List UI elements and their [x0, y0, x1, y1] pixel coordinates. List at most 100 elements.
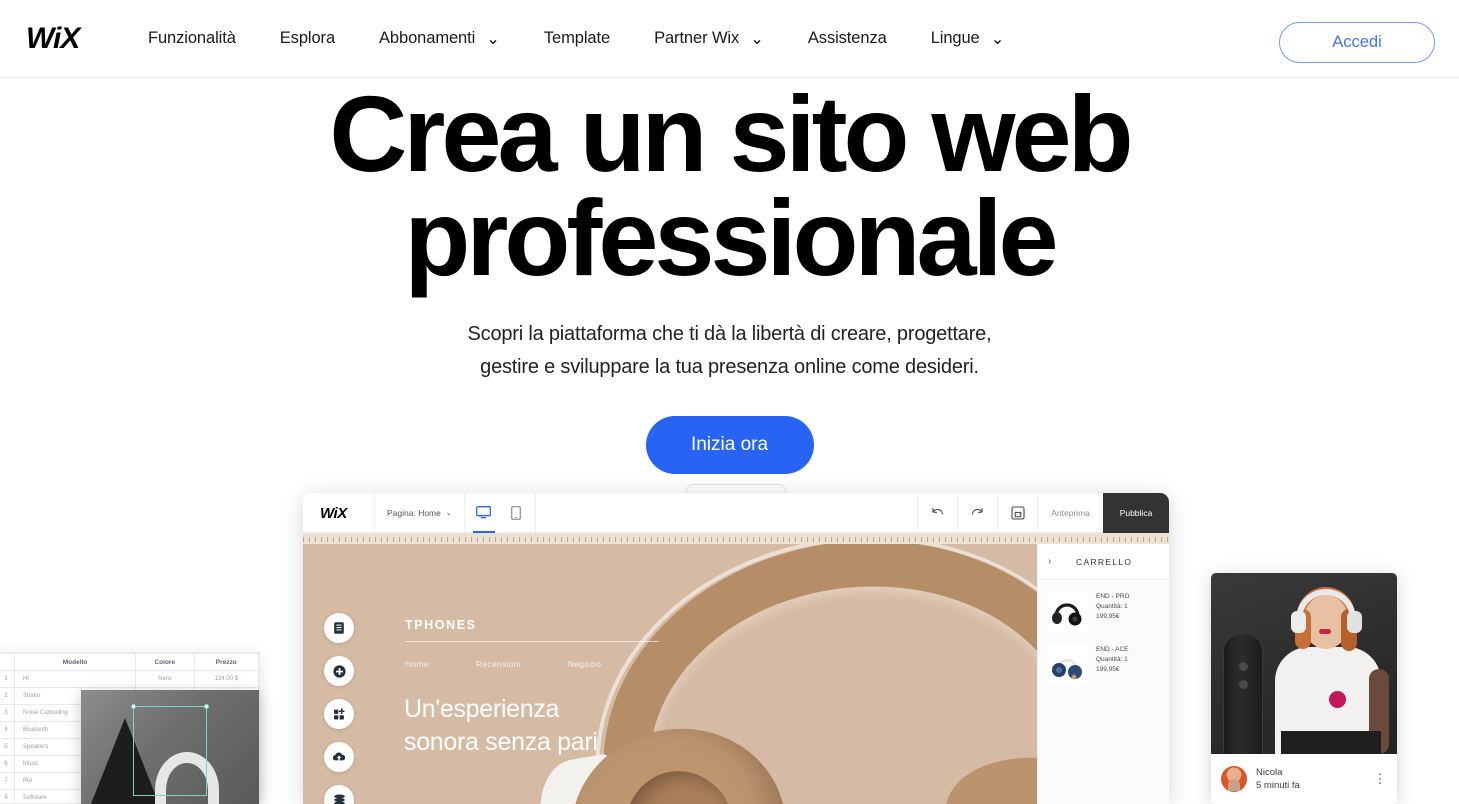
cell-index: 3 [0, 704, 15, 722]
desktop-view-icon[interactable] [472, 493, 495, 533]
apps-icon[interactable] [324, 699, 354, 729]
undo-icon[interactable] [917, 493, 957, 533]
site-nav-recensioni[interactable]: Recensioni [476, 659, 521, 669]
editor-sidebar [324, 613, 354, 804]
nav-item-template[interactable]: Template [544, 29, 610, 48]
cart-item[interactable]: END - ACE Quantità: 1 199,95€ [1038, 633, 1169, 686]
pants-shape [1281, 731, 1381, 754]
site-divider [405, 641, 659, 642]
table-header-colore: Colore [135, 653, 195, 671]
cell-index: 4 [0, 721, 15, 739]
cell-index: 7 [0, 772, 15, 790]
post-meta: Nicola 5 minuti fa ⋮ [1211, 754, 1397, 804]
skateboard-shape [1223, 633, 1263, 754]
headphone-photo-overlay [81, 690, 259, 804]
start-now-button[interactable]: Inizia ora [645, 416, 814, 474]
selection-handle-top-right[interactable] [204, 704, 209, 709]
chevron-down-icon: ⌄ [445, 509, 452, 517]
table-header-modello: Modello [13, 653, 137, 671]
post-photo [1211, 573, 1397, 754]
pages-icon[interactable] [324, 613, 354, 643]
hero-title-line-2: professionale [404, 177, 1058, 298]
upload-icon[interactable] [324, 742, 354, 772]
selection-box[interactable] [131, 704, 209, 796]
cart-item-name: END - PRO [1096, 593, 1130, 600]
editor-toolbar: WiX Pagina: Home ⌄ Anteprima Pubblica [303, 493, 1169, 533]
cart-item-quantity: Quantità: 1 [1096, 603, 1128, 610]
hero-subtitle-line-1: Scopri la piattaforma che ti dà la liber… [467, 323, 992, 345]
mobile-view-icon[interactable] [507, 493, 525, 533]
cell-colore: Nero [135, 670, 195, 688]
redo-icon[interactable] [957, 493, 997, 533]
nav-item-lingue[interactable]: Lingue ⌄ [931, 29, 1005, 49]
cart-title: CARRELLO [1076, 556, 1133, 567]
nav-item-label: Lingue [930, 29, 980, 47]
table-header-prezzo: Prezzo [193, 653, 259, 671]
product-thumbnail-black [1046, 591, 1088, 633]
tshirt-logo [1329, 691, 1346, 708]
headphone-earcup-right [1347, 611, 1362, 633]
canvas-ruler [303, 533, 1169, 544]
site-headline-line-2: sonora senza pari [404, 728, 598, 756]
svg-text:WiX: WiX [320, 505, 348, 521]
nav-item-assistenza[interactable]: Assistenza [808, 29, 887, 48]
nav-item-label: Template [543, 29, 611, 47]
nav-item-label: Partner Wix [654, 29, 740, 47]
page-selector-label: Pagina: Home [387, 507, 441, 518]
social-post-card: Nicola 5 minuti fa ⋮ [1211, 573, 1397, 804]
chevron-down-icon: ⌄ [486, 29, 500, 48]
nav-items: Funzionalità Esplora Abbonamenti ⌄ Templ… [148, 29, 1048, 49]
hero-section: Crea un sito web professionale Scopri la… [0, 78, 1459, 474]
wix-editor-mockup: WiX Pagina: Home ⌄ Anteprima Pubblica TP… [303, 493, 1169, 804]
cart-item-price: 199,95€ [1096, 666, 1120, 673]
editor-wix-logo[interactable]: WiX [303, 493, 375, 533]
cart-item-info: END - PRO Quantità: 1 199,95€ [1096, 591, 1130, 633]
site-navigation: Home Recensioni Negozio [405, 659, 601, 669]
post-timestamp: 5 minuti fa [1256, 780, 1300, 791]
nav-item-funzionalita[interactable]: Funzionalità [148, 29, 236, 48]
cell-index: 1 [0, 670, 15, 688]
nav-item-partner-wix[interactable]: Partner Wix ⌄ [654, 29, 764, 49]
nav-item-abbonamenti[interactable]: Abbonamenti ⌄ [379, 29, 500, 49]
editor-canvas: TPHONES Home Recensioni Negozio Un'esper… [303, 533, 1169, 804]
site-nav-negozio[interactable]: Negozio [568, 659, 601, 669]
page-selector[interactable]: Pagina: Home ⌄ [375, 493, 465, 533]
save-icon[interactable] [997, 493, 1037, 533]
cart-item-quantity: Quantità: 1 [1096, 656, 1128, 663]
table-header-index [0, 653, 15, 671]
nav-item-label: Assistenza [807, 29, 887, 47]
nav-item-esplora[interactable]: Esplora [280, 29, 335, 48]
cart-panel: › CARRELLO END - PRO Quantità: 1 199,95€ [1037, 544, 1169, 804]
site-headline-line-1: Un'esperienza [404, 695, 560, 723]
top-navigation-bar: WiX Funzionalità Esplora Abbonamenti ⌄ T… [0, 0, 1459, 78]
cell-index: 6 [0, 755, 15, 773]
database-icon[interactable] [324, 785, 354, 804]
page-title: Crea un sito web professionale [0, 80, 1459, 298]
table-row: 1 Hi Nero 124.00 $ [0, 670, 259, 688]
post-author-name: Nicola [1256, 767, 1283, 778]
hero-subtitle: Scopri la piattaforma che ti dà la liber… [0, 318, 1459, 384]
nav-item-label: Abbonamenti [379, 29, 476, 47]
lips-shape [1319, 629, 1331, 634]
site-headline: Un'esperienza sonora senza pari [404, 693, 598, 759]
wix-logo[interactable]: WiX [26, 22, 100, 56]
login-button[interactable]: Accedi [1279, 22, 1435, 63]
cart-item-name: END - ACE [1096, 646, 1129, 653]
nav-item-label: Esplora [279, 29, 336, 47]
cart-item[interactable]: END - PRO Quantità: 1 199,95€ [1038, 580, 1169, 633]
cart-item-info: END - ACE Quantità: 1 199,95€ [1096, 644, 1129, 686]
site-brand-name: TPHONES [405, 618, 477, 632]
cell-index: 5 [0, 738, 15, 756]
add-icon[interactable] [324, 656, 354, 686]
publish-button[interactable]: Pubblica [1103, 493, 1169, 533]
cell-index: 8 [0, 789, 15, 803]
selection-handle-top-left[interactable] [131, 704, 136, 709]
cart-header: › CARRELLO [1038, 544, 1169, 580]
site-nav-home[interactable]: Home [405, 659, 429, 669]
more-options-icon[interactable]: ⋮ [1373, 772, 1387, 785]
avatar[interactable] [1221, 766, 1247, 792]
preview-button[interactable]: Anteprima [1037, 493, 1103, 533]
cell-index: 2 [0, 687, 15, 705]
hero-subtitle-line-2: gestire e sviluppare la tua presenza onl… [480, 356, 979, 378]
